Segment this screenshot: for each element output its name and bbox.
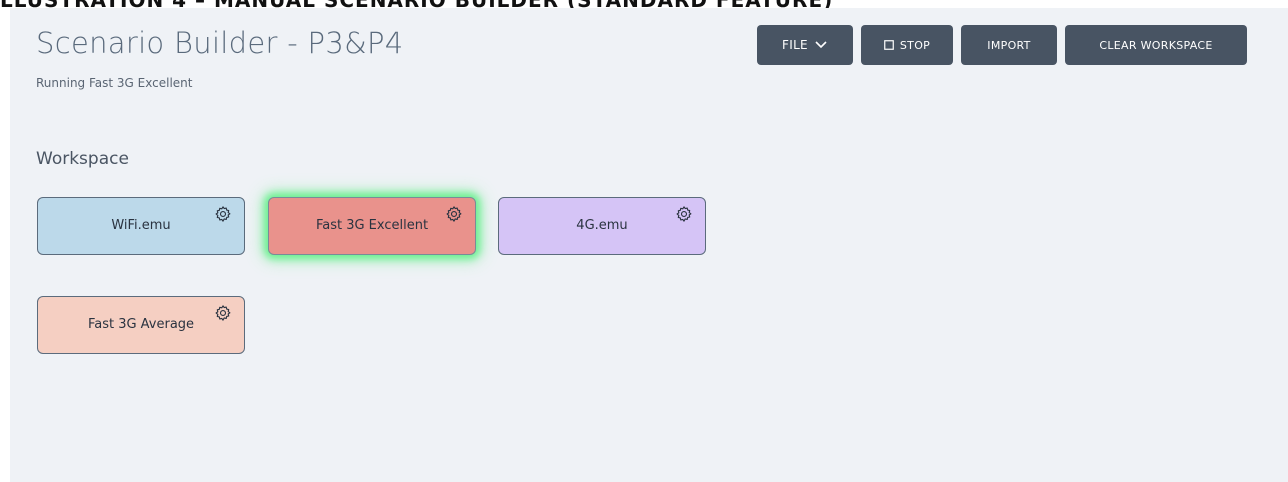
file-menu-button[interactable]: FILE xyxy=(757,25,853,65)
gear-icon[interactable] xyxy=(445,205,463,223)
gear-icon[interactable] xyxy=(214,304,232,322)
chevron-down-icon xyxy=(815,41,827,49)
running-status: Running Fast 3G Excellent xyxy=(36,76,193,90)
stop-button-label: STOP xyxy=(899,38,931,52)
file-button-label: FILE xyxy=(782,38,808,52)
gear-icon[interactable] xyxy=(214,205,232,223)
scenario-tile-fast-3g-excellent[interactable]: Fast 3G Excellent xyxy=(268,197,476,255)
page-title: Scenario Builder - P3&P4 xyxy=(36,26,404,60)
scenario-tile-wifi[interactable]: WiFi.emu xyxy=(37,197,245,255)
clear-workspace-button-label: CLEAR WORKSPACE xyxy=(1099,38,1213,52)
gear-icon[interactable] xyxy=(675,205,693,223)
scenario-tile-4g[interactable]: 4G.emu xyxy=(498,197,706,255)
page: LLUSTRATION 4 – MANUAL SCENARIO BUILDER … xyxy=(0,0,1288,482)
scenario-tile-fast-3g-average[interactable]: Fast 3G Average xyxy=(37,296,245,354)
scenario-builder-panel: Scenario Builder - P3&P4 Running Fast 3G… xyxy=(10,8,1288,482)
clear-workspace-button[interactable]: CLEAR WORKSPACE xyxy=(1065,25,1247,65)
import-button-label: IMPORT xyxy=(987,38,1031,52)
import-button[interactable]: IMPORT xyxy=(961,25,1057,65)
stop-square-icon xyxy=(884,40,894,50)
workspace-heading: Workspace xyxy=(36,149,129,169)
stop-button[interactable]: STOP xyxy=(861,25,953,65)
